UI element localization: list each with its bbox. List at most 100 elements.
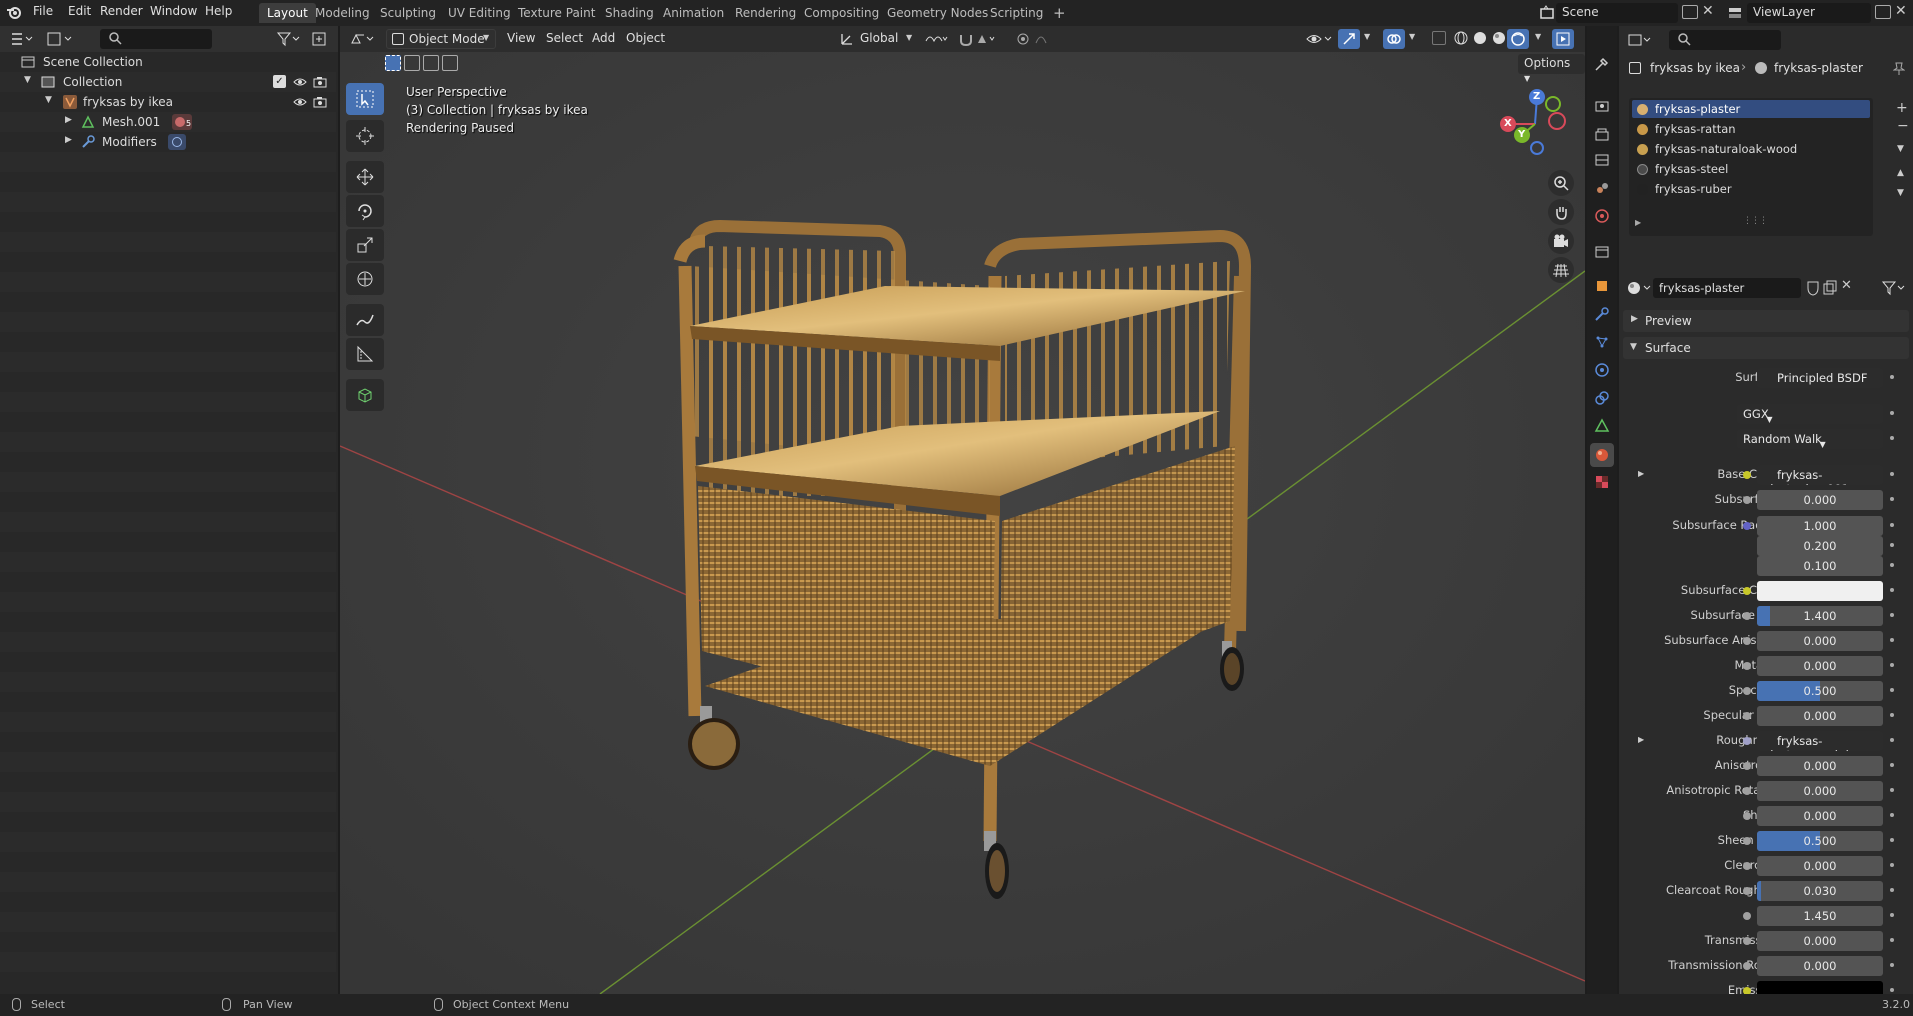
view-layer-tab-icon[interactable] xyxy=(1594,152,1610,168)
camera-icon[interactable] xyxy=(313,96,327,108)
constraints-tab-icon[interactable] xyxy=(1594,390,1610,406)
tool-tab-icon[interactable] xyxy=(1594,56,1610,72)
menu-view[interactable]: View xyxy=(507,31,535,45)
outliner-row-collection[interactable]: ▼ Collection ✓ xyxy=(0,72,336,92)
menu-render[interactable]: Render xyxy=(100,4,143,18)
shading-rendered-icon[interactable] xyxy=(1507,29,1529,49)
breadcrumb-object[interactable]: fryksas by ikea xyxy=(1650,61,1740,75)
animate-icon[interactable] xyxy=(1890,638,1894,642)
close-icon[interactable]: ✕ xyxy=(1841,278,1852,293)
move-tool[interactable] xyxy=(346,161,384,193)
number-slider[interactable]: 0.000 xyxy=(1757,656,1883,676)
select-invert-icon[interactable] xyxy=(442,55,458,71)
outliner-row-mesh[interactable]: ▶ Mesh.001 5 xyxy=(0,112,336,132)
menu-help[interactable]: Help xyxy=(205,4,232,18)
world-tab-icon[interactable] xyxy=(1594,208,1610,224)
chevron-right-icon[interactable]: ▶ xyxy=(1635,218,1641,227)
tab-uv-editing[interactable]: UV Editing xyxy=(440,3,519,23)
add-cube-tool[interactable] xyxy=(346,379,384,411)
texture-link-field[interactable]: fryksas-plaster.jpg.001 xyxy=(1757,465,1883,485)
scene-tab-icon[interactable] xyxy=(1594,180,1610,196)
color-swatch[interactable] xyxy=(1757,981,1883,994)
socket-icon[interactable] xyxy=(1743,737,1751,745)
animate-icon[interactable] xyxy=(1890,863,1894,867)
number-slider[interactable]: 0.000 xyxy=(1757,631,1883,651)
new-scene-icon[interactable] xyxy=(1682,5,1698,19)
socket-icon[interactable] xyxy=(1743,612,1751,620)
shading-material-icon[interactable] xyxy=(1491,30,1507,46)
tab-sculpting[interactable]: Sculpting xyxy=(372,3,444,23)
number-slider[interactable]: 0.000 xyxy=(1757,706,1883,726)
tab-scripting[interactable]: Scripting xyxy=(982,3,1051,23)
options-dropdown[interactable]: Options ▼ xyxy=(1518,54,1585,83)
socket-icon[interactable] xyxy=(1743,587,1751,595)
socket-icon[interactable] xyxy=(1743,862,1751,870)
filter-icon[interactable] xyxy=(276,31,302,47)
tab-compositing[interactable]: Compositing xyxy=(796,3,887,23)
socket-icon[interactable] xyxy=(1743,812,1751,820)
socket-icon[interactable] xyxy=(1743,687,1751,695)
number-slider[interactable]: 0.100 xyxy=(1757,556,1883,576)
socket-icon[interactable] xyxy=(1743,762,1751,770)
material-slot[interactable]: fryksas-naturaloak-wood xyxy=(1629,140,1869,160)
animate-icon[interactable] xyxy=(1890,713,1894,717)
socket-icon[interactable] xyxy=(1743,471,1751,479)
view-layer-field[interactable]: ViewLayer xyxy=(1747,3,1871,23)
animate-icon[interactable] xyxy=(1890,436,1894,440)
animate-icon[interactable] xyxy=(1890,763,1894,767)
outliner-row-object[interactable]: ▼ fryksas by ikea xyxy=(0,92,336,112)
material-slot-list[interactable]: fryksas-plaster fryksas-rattan fryksas-n… xyxy=(1629,98,1873,236)
distribution-dropdown[interactable]: GGX ▼ xyxy=(1737,404,1883,424)
menu-window[interactable]: Window xyxy=(150,4,197,18)
number-slider[interactable]: 0.000 xyxy=(1757,856,1883,876)
chevron-right-icon[interactable]: ▶ xyxy=(1638,735,1644,744)
checkbox-icon[interactable]: ✓ xyxy=(273,75,286,88)
transform-orientation-dropdown[interactable]: Global ▼ xyxy=(840,29,930,49)
animate-icon[interactable] xyxy=(1890,588,1894,592)
animate-icon[interactable] xyxy=(1890,472,1894,476)
number-slider[interactable]: 1.000 xyxy=(1757,516,1883,536)
proportional-edit-icon[interactable] xyxy=(1016,31,1056,47)
cursor-tool[interactable] xyxy=(346,120,384,152)
pan-hand-icon[interactable] xyxy=(1548,199,1574,225)
material-slot[interactable]: fryksas-plaster xyxy=(1629,100,1869,120)
measure-tool[interactable] xyxy=(346,338,384,370)
number-slider[interactable]: 0.000 xyxy=(1757,781,1883,801)
properties-search-input[interactable] xyxy=(1669,30,1781,50)
eye-icon[interactable] xyxy=(293,96,307,108)
tab-rendering[interactable]: Rendering xyxy=(727,3,804,23)
pin-icon[interactable] xyxy=(1893,61,1905,75)
physics-tab-icon[interactable] xyxy=(1594,362,1610,378)
tab-shading[interactable]: Shading xyxy=(597,3,662,23)
animate-icon[interactable] xyxy=(1890,497,1894,501)
number-slider[interactable]: 0.500 xyxy=(1757,681,1883,701)
move-down-icon[interactable]: ▼ xyxy=(1897,188,1904,198)
zoom-icon[interactable] xyxy=(1548,170,1574,196)
number-slider[interactable]: 0.000 xyxy=(1757,490,1883,510)
output-tab-icon[interactable] xyxy=(1594,126,1610,142)
material-slot[interactable]: fryksas-steel xyxy=(1629,160,1869,180)
animate-icon[interactable] xyxy=(1890,913,1894,917)
remove-slot-button[interactable]: − xyxy=(1897,118,1909,134)
surface-section-header[interactable]: ▼ Surface xyxy=(1623,337,1909,359)
menu-edit[interactable]: Edit xyxy=(68,4,91,18)
tab-animation[interactable]: Animation xyxy=(655,3,732,23)
blender-logo-icon[interactable] xyxy=(6,4,22,20)
animate-icon[interactable] xyxy=(1890,938,1894,942)
number-slider[interactable]: 0.500 xyxy=(1757,831,1883,851)
animate-icon[interactable] xyxy=(1890,411,1894,415)
view-layer-icon[interactable] xyxy=(1727,5,1743,21)
filter-icon[interactable] xyxy=(1881,280,1907,296)
socket-icon[interactable] xyxy=(1743,662,1751,670)
camera-icon[interactable] xyxy=(313,76,327,88)
socket-icon[interactable] xyxy=(1743,787,1751,795)
move-up-icon[interactable]: ▲ xyxy=(1897,168,1904,178)
chevron-down-icon[interactable]: ▼ xyxy=(24,75,31,85)
visibility-icon[interactable] xyxy=(1305,31,1335,47)
3d-viewport[interactable]: Object Mode ▼ View Select Add Object Glo… xyxy=(340,26,1585,994)
number-slider[interactable]: 1.400 xyxy=(1757,606,1883,626)
animate-icon[interactable] xyxy=(1890,663,1894,667)
animate-icon[interactable] xyxy=(1890,523,1894,527)
render-tab-icon[interactable] xyxy=(1594,98,1610,114)
preview-section-header[interactable]: ▶ Preview xyxy=(1623,310,1909,332)
